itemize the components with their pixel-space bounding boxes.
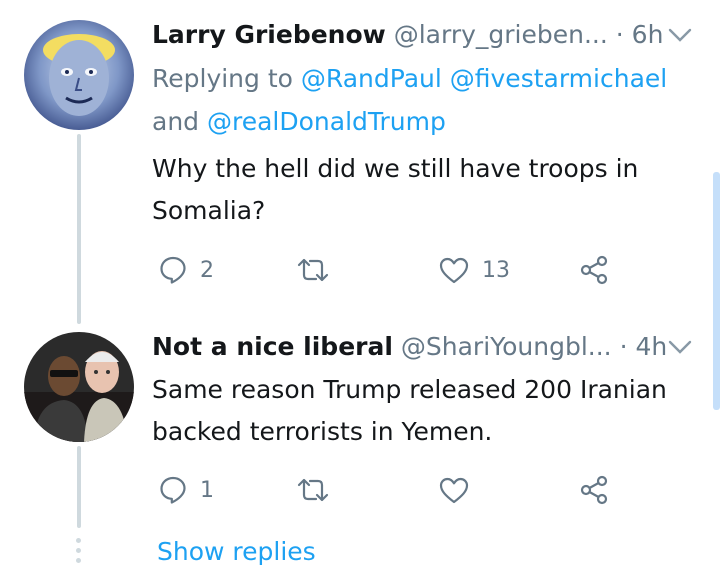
replying-to: Replying to @RandPaul @fivestarmichael a… xyxy=(152,57,692,143)
tweet[interactable]: Not a nice liberal @ShariYoungbl... · 4h… xyxy=(0,325,720,530)
display-name[interactable]: Larry Griebenow xyxy=(152,20,386,49)
reply-button[interactable]: 2 xyxy=(158,250,214,290)
like-button[interactable] xyxy=(438,470,482,510)
tweet-text: Same reason Trump released 200 Iranian b… xyxy=(152,369,692,453)
tweet-text-line: Why the hell did we still have troops in xyxy=(152,154,639,183)
tweet-text-line: Somalia? xyxy=(152,196,266,225)
avatar[interactable] xyxy=(24,20,134,130)
like-count: 13 xyxy=(482,257,510,283)
reply-icon xyxy=(160,476,186,504)
tweet-header: Larry Griebenow @larry_grieben... · 6h xyxy=(152,18,694,52)
tweet-text-line: Same reason Trump released 200 Iranian xyxy=(152,375,667,404)
retweet-icon xyxy=(297,478,329,502)
show-replies-link[interactable]: Show replies xyxy=(157,533,316,571)
share-button[interactable] xyxy=(578,470,610,510)
share-icon xyxy=(580,255,608,285)
avatar-image xyxy=(24,20,134,130)
timestamp[interactable]: · 4h xyxy=(620,332,668,361)
share-button[interactable] xyxy=(578,250,610,290)
display-name[interactable]: Not a nice liberal xyxy=(152,332,393,361)
reply-count: 2 xyxy=(200,257,214,283)
replying-to-joiner: and xyxy=(152,107,207,136)
tweet[interactable]: Larry Griebenow @larry_grieben... · 6h R… xyxy=(0,0,720,325)
tweet-actions: 1 xyxy=(152,470,632,510)
reply-button[interactable]: 1 xyxy=(158,470,214,510)
mention-link[interactable]: @fivestarmichael xyxy=(450,64,667,93)
mention-link[interactable]: @RandPaul xyxy=(301,64,442,93)
username[interactable]: @larry_grieben... xyxy=(394,20,608,49)
retweet-icon xyxy=(297,258,329,282)
scrollbar[interactable] xyxy=(713,172,720,410)
thread-line xyxy=(77,446,81,528)
retweet-button[interactable] xyxy=(296,470,342,510)
heart-icon xyxy=(439,257,469,284)
reply-count: 1 xyxy=(200,477,214,503)
tweet-text: Why the hell did we still have troops in… xyxy=(152,148,692,232)
reply-icon xyxy=(160,256,186,284)
chevron-down-icon[interactable] xyxy=(666,334,694,358)
timestamp[interactable]: · 6h xyxy=(616,20,664,49)
share-icon xyxy=(580,475,608,505)
tweet-text-line: backed terrorists in Yemen. xyxy=(152,417,493,446)
avatar-image xyxy=(24,332,134,442)
thread-line xyxy=(77,134,81,324)
tweet-actions: 2 13 xyxy=(152,250,632,290)
replying-to-label: Replying to xyxy=(152,64,301,93)
retweet-button[interactable] xyxy=(296,250,342,290)
username[interactable]: @ShariYoungbl... xyxy=(401,332,612,361)
mention-link[interactable]: @realDonaldTrump xyxy=(207,107,446,136)
like-button[interactable]: 13 xyxy=(438,250,510,290)
avatar[interactable] xyxy=(24,332,134,442)
thread-continuation-dots xyxy=(75,538,83,568)
tweet-header: Not a nice liberal @ShariYoungbl... · 4h xyxy=(152,330,694,364)
heart-icon xyxy=(439,477,469,504)
chevron-down-icon[interactable] xyxy=(666,22,694,46)
